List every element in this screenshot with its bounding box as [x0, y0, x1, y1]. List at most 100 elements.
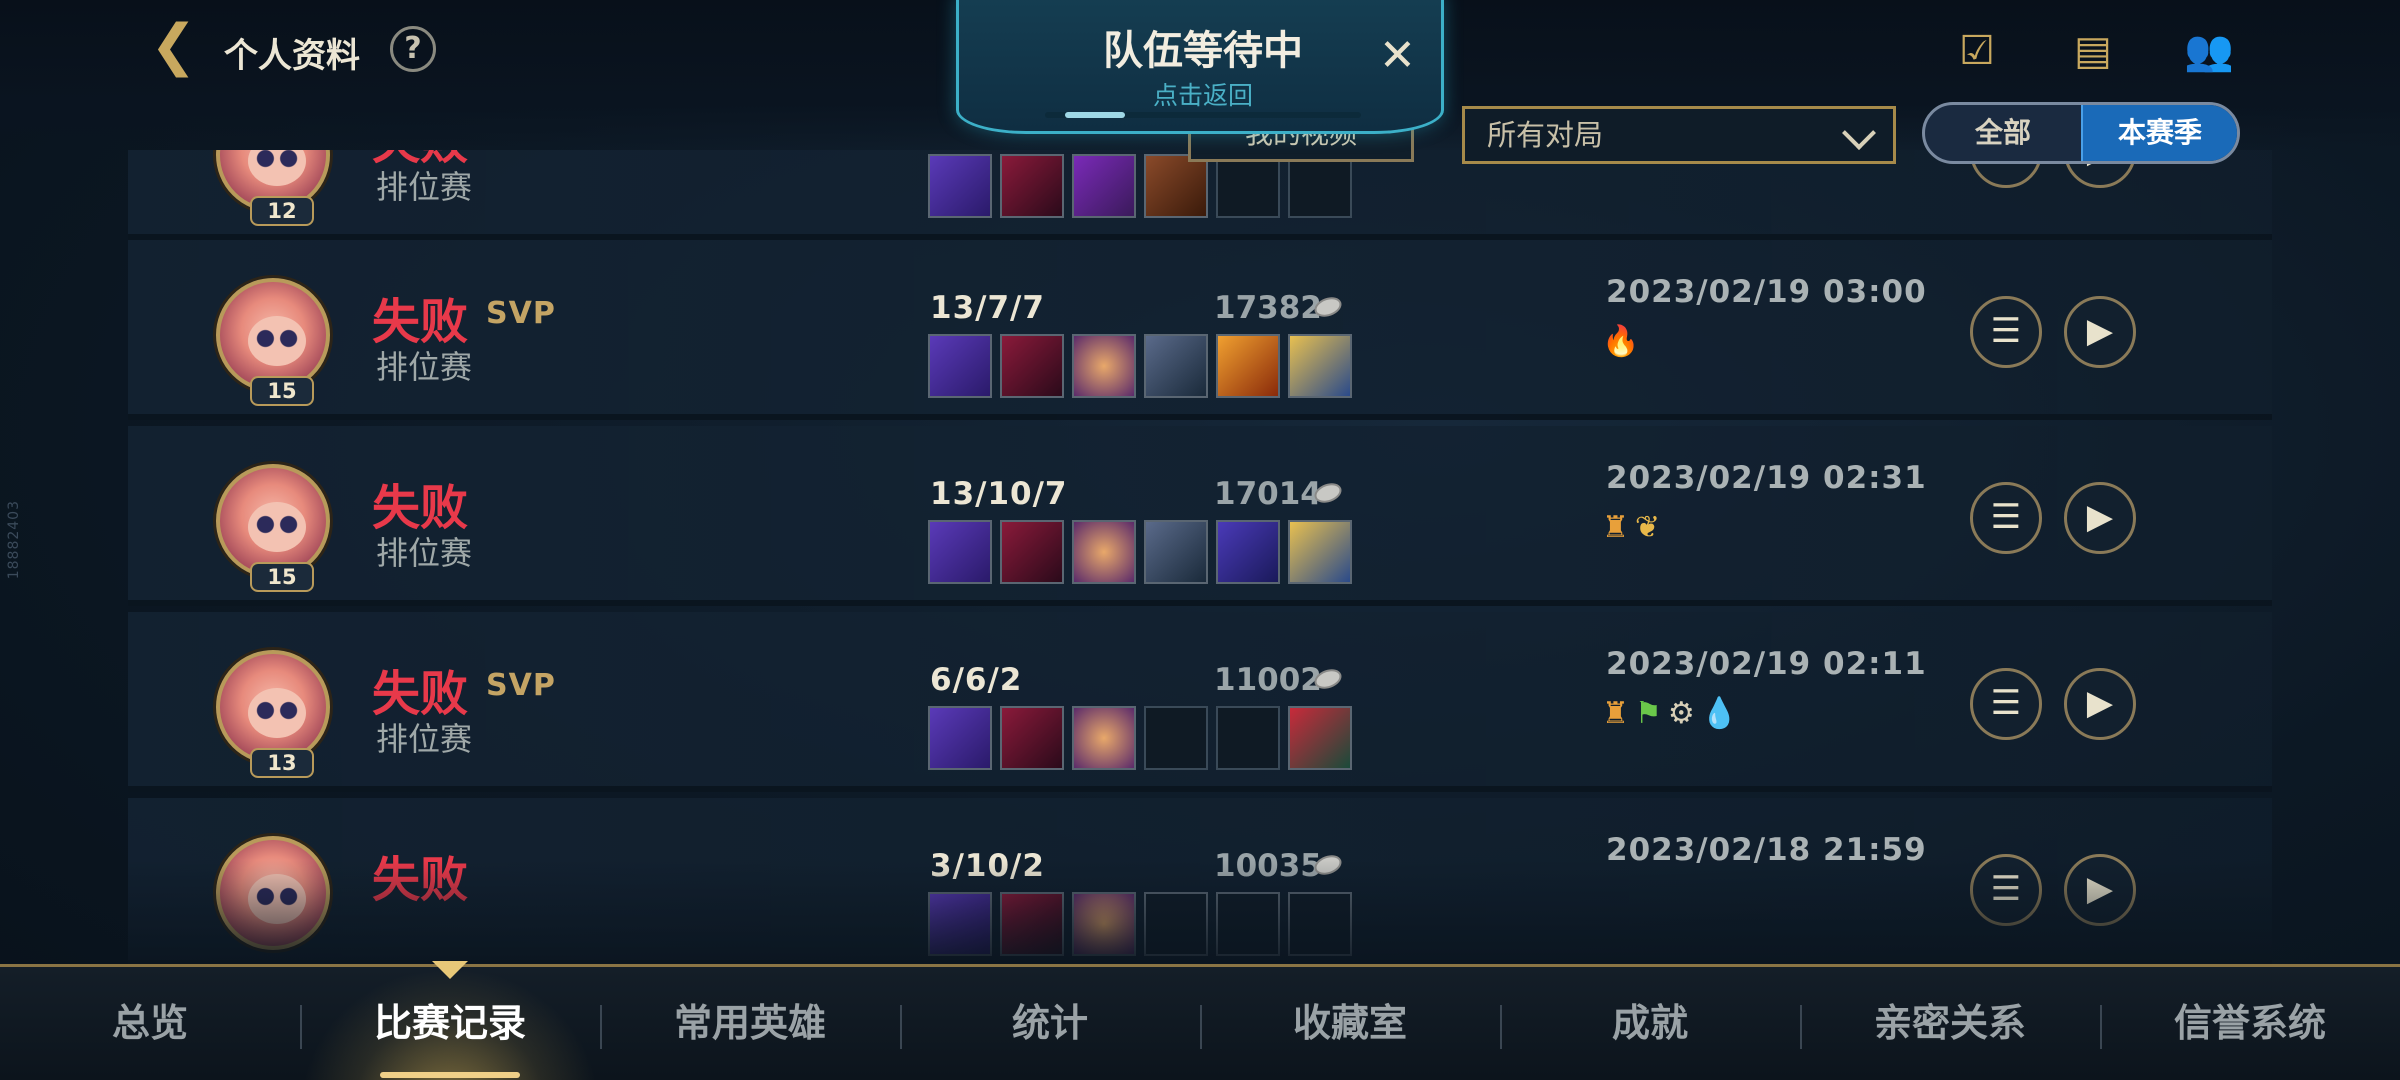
- item-slots: [928, 334, 1352, 398]
- item-slot: [1000, 154, 1064, 218]
- active-tab-underline: [380, 1072, 520, 1078]
- chevron-down-icon: [1842, 116, 1876, 150]
- flag-badge-icon: ⚑: [1634, 696, 1662, 731]
- gold-stat: 11002: [1214, 662, 1322, 698]
- champion-face: [248, 874, 306, 924]
- item-slot: [1072, 334, 1136, 398]
- match-detail-button[interactable]: ☰: [1970, 668, 2042, 740]
- friends-icon[interactable]: 👥: [2182, 24, 2236, 78]
- item-slots: [928, 892, 1352, 956]
- match-list[interactable]: 12 失败 排位赛 ☰ ▶ 15 失败 SVP 排位赛 13/7/7 17382: [128, 150, 2272, 960]
- fire-badge-icon: 🔥: [1602, 324, 1640, 359]
- drop-badge-icon: 💧: [1700, 696, 1739, 731]
- match-detail-button[interactable]: ☰: [1970, 854, 2042, 926]
- kda-stat: 6/6/2: [930, 662, 1023, 698]
- item-slot-empty: [1216, 706, 1280, 770]
- kda-stat: 13/10/7: [930, 476, 1068, 512]
- match-mode: 排位赛: [376, 168, 473, 206]
- season-option-all[interactable]: 全部: [1925, 105, 2081, 161]
- champion-avatar: [216, 278, 330, 392]
- achievement-badges: ♜ ❦: [1602, 510, 1660, 545]
- svp-badge: SVP: [486, 296, 556, 331]
- season-toggle[interactable]: 全部 本赛季: [1922, 102, 2240, 164]
- item-slot: [1072, 520, 1136, 584]
- match-filter-select[interactable]: 所有对局: [1462, 106, 1896, 164]
- item-slot: [1288, 334, 1352, 398]
- match-date: 2023/02/18 21:59: [1606, 832, 1927, 868]
- help-icon[interactable]: ?: [390, 26, 436, 72]
- item-slot: [928, 334, 992, 398]
- task-icon[interactable]: ☑: [1950, 24, 2004, 78]
- match-detail-button[interactable]: ☰: [1970, 296, 2042, 368]
- match-history-screen: 18882403 12 失败 排位赛 ☰ ▶ 15 失败 SVP: [0, 0, 2400, 1080]
- match-row[interactable]: 失败 3/10/2 10035 2023/02/18 21:59 ☰ ▶: [128, 798, 2272, 960]
- gold-stat: 10035: [1214, 848, 1322, 884]
- close-icon[interactable]: ✕: [1379, 30, 1416, 81]
- item-slot-empty: [1144, 706, 1208, 770]
- season-option-current[interactable]: 本赛季: [2080, 105, 2237, 161]
- tab-champions[interactable]: 常用英雄: [600, 967, 900, 1080]
- item-slot: [1144, 334, 1208, 398]
- match-date: 2023/02/19 02:31: [1606, 460, 1927, 496]
- champion-face: [248, 316, 306, 366]
- match-mode: 排位赛: [376, 720, 473, 758]
- item-slot: [928, 154, 992, 218]
- champion-level: 13: [250, 748, 314, 778]
- tab-collection[interactable]: 收藏室: [1200, 967, 1500, 1080]
- champion-face: [248, 688, 306, 738]
- tab-stats[interactable]: 统计: [900, 967, 1200, 1080]
- back-arrow-icon[interactable]: ❮: [150, 18, 210, 78]
- item-slot-empty: [1288, 154, 1352, 218]
- chat-icon[interactable]: ▤: [2066, 24, 2120, 78]
- side-player-id: 18882403: [6, 500, 22, 580]
- tab-match-history[interactable]: 比赛记录: [300, 967, 600, 1080]
- champion-face: [248, 150, 306, 186]
- item-slot: [1000, 334, 1064, 398]
- item-slot: [1288, 706, 1352, 770]
- match-row[interactable]: 13 失败 SVP 排位赛 6/6/2 11002 2023/02/19 02:…: [128, 612, 2272, 792]
- champion-level: 12: [250, 196, 314, 226]
- item-slot: [1072, 706, 1136, 770]
- item-slots: [928, 520, 1352, 584]
- champion-avatar: [216, 836, 330, 950]
- item-slot: [1072, 154, 1136, 218]
- achievement-badges: ♜ ⚑ ⚙ 💧: [1602, 696, 1738, 731]
- tab-achievements[interactable]: 成就: [1500, 967, 1800, 1080]
- kda-stat: 3/10/2: [930, 848, 1045, 884]
- item-slot-empty: [1216, 154, 1280, 218]
- match-replay-button[interactable]: ▶: [2064, 482, 2136, 554]
- item-slot: [1144, 892, 1208, 956]
- tab-overview[interactable]: 总览: [0, 967, 300, 1080]
- kda-stat: 13/7/7: [930, 290, 1045, 326]
- page-title: 个人资料: [224, 36, 360, 76]
- champion-level: 15: [250, 376, 314, 406]
- item-slot: [1288, 520, 1352, 584]
- item-slot: [928, 706, 992, 770]
- tab-relationships[interactable]: 亲密关系: [1800, 967, 2100, 1080]
- match-filter-value: 所有对局: [1487, 118, 1604, 152]
- match-mode: 排位赛: [376, 534, 473, 572]
- match-replay-button[interactable]: ▶: [2064, 296, 2136, 368]
- queue-banner-title: 队伍等待中: [1103, 28, 1303, 74]
- item-slots: [928, 154, 1352, 218]
- tower-badge-icon: ♜: [1602, 696, 1629, 731]
- match-replay-button[interactable]: ▶: [2064, 854, 2136, 926]
- queue-waiting-banner[interactable]: 队伍等待中 点击返回 ✕: [956, 0, 1444, 134]
- tab-honor-system[interactable]: 信誉系统: [2100, 967, 2400, 1080]
- gold-stat: 17382: [1214, 290, 1322, 326]
- gear-badge-icon: ⚙: [1667, 696, 1695, 731]
- item-slot: [1216, 334, 1280, 398]
- queue-banner-return-link[interactable]: 点击返回: [959, 76, 1447, 112]
- match-row[interactable]: 15 失败 排位赛 13/10/7 17014 2023/02/19 02:31…: [128, 426, 2272, 606]
- item-slot: [1288, 892, 1352, 956]
- match-detail-button[interactable]: ☰: [1970, 482, 2042, 554]
- match-mode: 排位赛: [376, 348, 473, 386]
- bottom-nav: 总览 比赛记录 常用英雄 统计 收藏室 成就 亲密关系 信誉系统: [0, 961, 2400, 1080]
- item-slot: [1216, 892, 1280, 956]
- champion-level: 15: [250, 562, 314, 592]
- match-row[interactable]: 15 失败 SVP 排位赛 13/7/7 17382 2023/02/19 03…: [128, 240, 2272, 420]
- item-slot: [928, 520, 992, 584]
- item-slot: [1216, 520, 1280, 584]
- match-replay-button[interactable]: ▶: [2064, 668, 2136, 740]
- match-date: 2023/02/19 03:00: [1606, 274, 1927, 310]
